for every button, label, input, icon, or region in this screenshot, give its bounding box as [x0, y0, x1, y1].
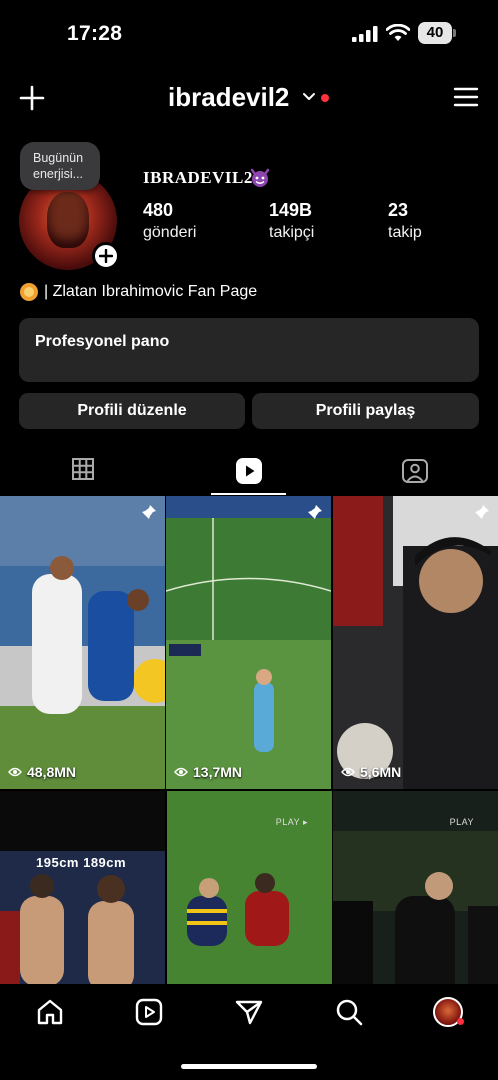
create-plus-icon[interactable]: [18, 84, 46, 112]
eye-icon: [174, 767, 188, 777]
battery-icon: 40: [418, 22, 456, 44]
stat-following-label: takip: [388, 224, 422, 241]
pin-icon: [142, 505, 156, 519]
notification-dot: [321, 94, 329, 102]
height-overlay-text: 195cm 189cm: [36, 855, 127, 870]
play-overlay-text: PLAY: [449, 817, 474, 827]
battery-level: 40: [418, 22, 452, 44]
reel-thumbnail[interactable]: 48,8MN: [0, 496, 165, 789]
chevron-down-icon[interactable]: [302, 92, 316, 102]
tab-posts-grid[interactable]: [0, 444, 166, 496]
play-overlay-text: PLAY ▸: [275, 817, 308, 827]
profile-tabs: [0, 444, 498, 496]
active-tab-indicator: [211, 493, 286, 495]
plus-icon: [99, 249, 113, 263]
status-bar: 17:28 40: [0, 0, 498, 66]
view-count-text: 48,8MN: [27, 764, 77, 780]
bio-text: | Zlatan Ibrahimovic Fan Page: [44, 283, 258, 300]
devil-emoji-icon: [250, 168, 270, 187]
share-profile-button[interactable]: Profili paylaş: [252, 393, 479, 429]
view-count: 48,8MN: [8, 764, 76, 780]
pin-icon: [475, 505, 489, 519]
reel-thumbnail[interactable]: 5,6MN: [333, 496, 498, 789]
home-indicator: [181, 1064, 317, 1069]
view-count-text: 13,7MN: [193, 764, 243, 780]
stat-posts-label: gönderi: [143, 224, 197, 241]
tab-tagged[interactable]: [332, 444, 498, 496]
status-time: 17:28: [67, 22, 123, 45]
display-name-text: IBRADEVIL2: [143, 168, 253, 187]
stat-followers-label: takipçi: [269, 224, 315, 241]
wifi-icon: [386, 24, 410, 41]
professional-dashboard-label: Profesyonel pano: [35, 333, 170, 350]
tagged-icon: [402, 459, 428, 483]
stat-followers[interactable]: 149B takipçi: [269, 200, 314, 242]
reel-thumbnail-image: [0, 496, 165, 789]
reel-thumbnail-image: [333, 496, 498, 789]
view-count-text: 5,6MN: [360, 764, 402, 780]
cellular-signal-icon: [352, 26, 378, 42]
notification-dot: [457, 1018, 464, 1025]
stat-posts[interactable]: 480 gönderi: [143, 200, 196, 242]
profile-header: ibradevil2: [0, 66, 498, 130]
account-switcher-username[interactable]: ibradevil2: [168, 82, 289, 113]
stat-following-count: 23: [388, 200, 409, 220]
stat-following[interactable]: 23 takip: [388, 200, 422, 242]
reels-icon[interactable]: [135, 998, 163, 1026]
stat-posts-count: 480: [143, 200, 174, 220]
lion-emoji-icon: [20, 283, 38, 301]
reels-icon: [236, 458, 262, 484]
view-count: 5,6MN: [341, 764, 401, 780]
professional-dashboard[interactable]: Profesyonel pano: [19, 318, 479, 382]
search-icon[interactable]: [335, 998, 363, 1026]
view-count: 13,7MN: [174, 764, 242, 780]
add-story-button[interactable]: [92, 242, 120, 270]
eye-icon: [8, 767, 22, 777]
pin-icon: [308, 505, 322, 519]
hamburger-menu-icon[interactable]: [453, 86, 479, 108]
reels-grid: 48,8MN 13,7MN 5,6MN 195cm 189cm PLAY ▸ P…: [0, 496, 498, 1080]
display-name: IBRADEVIL2: [143, 168, 270, 188]
reel-thumbnail-image: [166, 496, 331, 789]
home-icon[interactable]: [36, 998, 64, 1026]
grid-icon: [72, 458, 94, 480]
tab-reels[interactable]: [166, 444, 332, 496]
bio: | Zlatan Ibrahimovic Fan Page: [20, 283, 257, 301]
edit-profile-button[interactable]: Profili düzenle: [19, 393, 245, 429]
eye-icon: [341, 767, 355, 777]
stat-followers-count: 149B: [269, 200, 313, 220]
send-icon[interactable]: [235, 998, 263, 1026]
note-bubble[interactable]: Bugünün enerjisi...: [20, 142, 100, 190]
reel-thumbnail[interactable]: 13,7MN: [166, 496, 331, 789]
